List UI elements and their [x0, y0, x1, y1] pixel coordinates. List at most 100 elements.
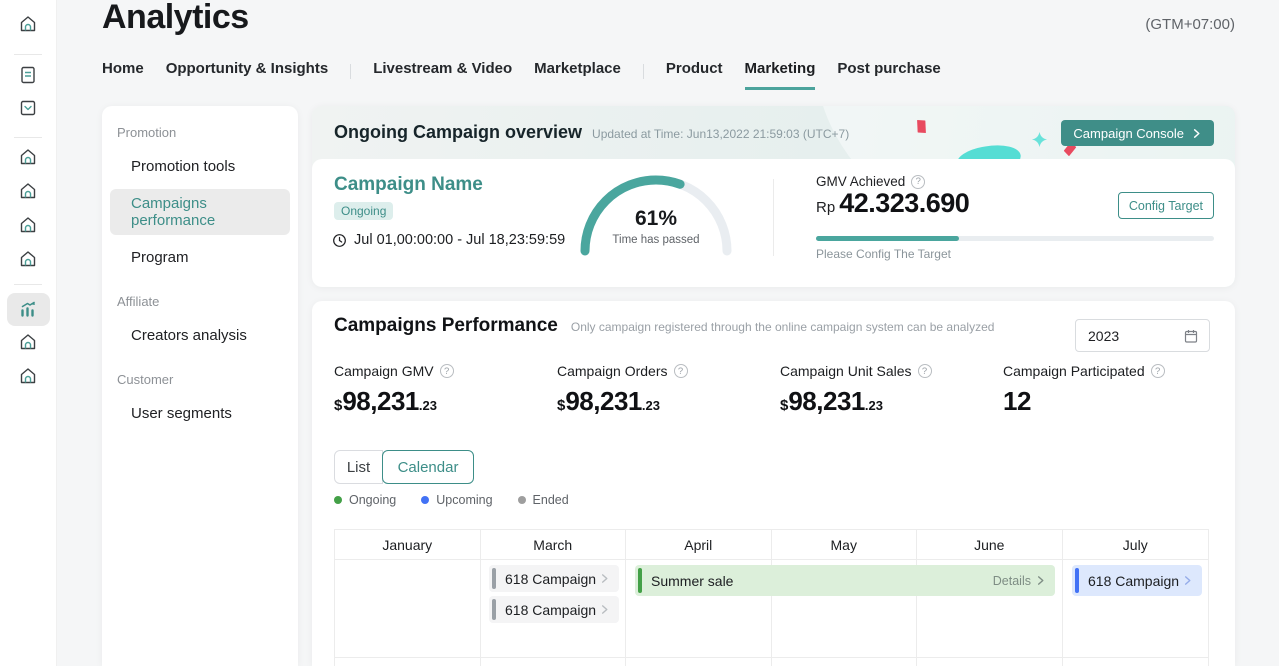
- sidebar-item-creators-analysis[interactable]: Creators analysis: [110, 321, 290, 350]
- month-header: January: [335, 530, 481, 559]
- confetti-shape: [914, 118, 929, 136]
- overview-updated-time: Updated at Time: Jun13,2022 21:59:03 (UT…: [592, 124, 849, 141]
- metric-campaign-unit-sales: Campaign Unit Sales? $98,231.23: [780, 363, 932, 417]
- time-passed-gauge: 61% Time has passed: [571, 169, 741, 261]
- vertical-divider: [773, 179, 774, 256]
- gauge-caption: Time has passed: [571, 234, 741, 246]
- overview-body: Campaign Name Ongoing Jul 01,00:00:00 - …: [312, 159, 1235, 287]
- help-icon[interactable]: ?: [674, 364, 688, 378]
- sidebar-item-program[interactable]: Program: [110, 243, 290, 272]
- calendar-row: 618 Campaign 618 Campaign Summer sale De…: [335, 559, 1208, 657]
- sparkle-icon: [1030, 130, 1049, 154]
- tab-marketplace[interactable]: Marketplace: [534, 60, 621, 90]
- legend-ended: Ended: [518, 493, 569, 507]
- year-select-value: 2023: [1088, 328, 1119, 344]
- chevron-right-icon: [599, 573, 610, 584]
- document-icon[interactable]: [12, 59, 44, 91]
- month-header: April: [626, 530, 772, 559]
- gmv-amount: 42.323.690: [839, 188, 969, 219]
- tab-post-purchase[interactable]: Post purchase: [837, 60, 940, 90]
- sidebar-section-customer: Customer: [117, 372, 298, 387]
- rail-divider: [14, 137, 42, 138]
- gmv-label: GMV Achieved: [816, 174, 905, 189]
- analytics-chart-icon[interactable]: [12, 293, 44, 325]
- help-icon[interactable]: ?: [911, 175, 925, 189]
- clock-icon: [332, 233, 347, 248]
- month-header: July: [1063, 530, 1209, 559]
- campaign-calendar: January March April May June July 618 Ca…: [334, 529, 1209, 666]
- ongoing-campaign-overview-card: Ongoing Campaign overview Updated at Tim…: [312, 106, 1235, 287]
- rail-divider: [14, 284, 42, 285]
- campaigns-performance-card: Campaigns Performance Only campaign regi…: [312, 301, 1235, 666]
- year-select[interactable]: 2023: [1075, 319, 1210, 352]
- campaign-status-badge: Ongoing: [334, 202, 393, 220]
- home-icon[interactable]: [12, 209, 44, 241]
- metric-campaign-participated: Campaign Participated? 12: [1003, 363, 1165, 417]
- tab-livestream-video[interactable]: Livestream & Video: [373, 60, 512, 90]
- home-icon[interactable]: [12, 8, 44, 40]
- home-icon[interactable]: [12, 360, 44, 392]
- sidebar-item-campaigns-performance[interactable]: Campaigns performance: [110, 189, 290, 235]
- status-legend: Ongoing Upcoming Ended: [334, 493, 569, 507]
- clipboard-icon[interactable]: [12, 92, 44, 124]
- performance-title: Campaigns Performance: [334, 315, 558, 337]
- event-bar[interactable]: 618 Campaign: [489, 565, 619, 592]
- home-icon[interactable]: [12, 326, 44, 358]
- legend-dot: [518, 496, 526, 504]
- gmv-progress-bar: [816, 236, 1214, 241]
- gmv-hint: Please Config The Target: [816, 247, 951, 261]
- help-icon[interactable]: ?: [918, 364, 932, 378]
- list-view-button[interactable]: List: [334, 450, 383, 484]
- chevron-right-icon: [599, 604, 610, 615]
- timezone-label: (GTM+07:00): [1145, 16, 1235, 33]
- metric-campaign-gmv: Campaign GMV? $98,231.23: [334, 363, 454, 417]
- legend-dot: [334, 496, 342, 504]
- calendar-icon: [1183, 328, 1199, 344]
- tab-group-divider: [350, 64, 351, 79]
- legend-upcoming: Upcoming: [421, 493, 492, 507]
- top-nav-tabs: Home Opportunity & Insights Livestream &…: [102, 58, 941, 92]
- help-icon[interactable]: ?: [1151, 364, 1165, 378]
- performance-subtitle: Only campaign registered through the onl…: [571, 320, 995, 334]
- rail-divider: [14, 54, 42, 55]
- metric-campaign-orders: Campaign Orders? $98,231.23: [557, 363, 688, 417]
- event-bar[interactable]: 618 Campaign: [1072, 565, 1202, 596]
- tab-product[interactable]: Product: [666, 60, 723, 90]
- sidebar-section-affiliate: Affiliate: [117, 294, 298, 309]
- icon-rail: [0, 0, 57, 666]
- overview-title: Ongoing Campaign overview: [334, 122, 582, 143]
- tab-marketing[interactable]: Marketing: [745, 60, 816, 90]
- help-icon[interactable]: ?: [440, 364, 454, 378]
- overview-banner: Ongoing Campaign overview Updated at Tim…: [312, 106, 1235, 159]
- config-target-button[interactable]: Config Target: [1118, 192, 1214, 219]
- details-link[interactable]: Details: [993, 574, 1046, 588]
- home-icon[interactable]: [12, 141, 44, 173]
- sidebar: Promotion Promotion tools Campaigns perf…: [102, 106, 298, 666]
- tab-home[interactable]: Home: [102, 60, 144, 90]
- month-header: June: [917, 530, 1063, 559]
- view-toggle: List Calendar: [334, 450, 474, 484]
- home-icon[interactable]: [12, 243, 44, 275]
- calendar-view-button[interactable]: Calendar: [382, 450, 474, 484]
- campaign-date-range: Jul 01,00:00:00 - Jul 18,23:59:59: [332, 232, 565, 248]
- event-bar[interactable]: Summer sale Details: [635, 565, 1055, 596]
- page-title: Analytics: [102, 0, 249, 37]
- campaign-name-link[interactable]: Campaign Name: [334, 174, 483, 196]
- campaign-console-button[interactable]: Campaign Console: [1061, 120, 1214, 146]
- gauge-percent: 61%: [571, 207, 741, 231]
- home-icon[interactable]: [12, 175, 44, 207]
- sidebar-item-user-segments[interactable]: User segments: [110, 399, 290, 428]
- legend-dot: [421, 496, 429, 504]
- event-bar[interactable]: 618 Campaign: [489, 596, 619, 623]
- chevron-right-icon: [1182, 575, 1193, 586]
- sidebar-item-promotion-tools[interactable]: Promotion tools: [110, 152, 290, 181]
- tab-opportunity-insights[interactable]: Opportunity & Insights: [166, 60, 329, 90]
- gmv-progress-fill: [816, 236, 959, 241]
- calendar-month-headers: January March April May June July: [335, 530, 1208, 559]
- month-header: March: [481, 530, 627, 559]
- legend-ongoing: Ongoing: [334, 493, 396, 507]
- month-header: May: [772, 530, 918, 559]
- calendar-row: [335, 657, 1208, 666]
- sidebar-section-promotion: Promotion: [117, 125, 298, 140]
- tab-group-divider: [643, 64, 644, 79]
